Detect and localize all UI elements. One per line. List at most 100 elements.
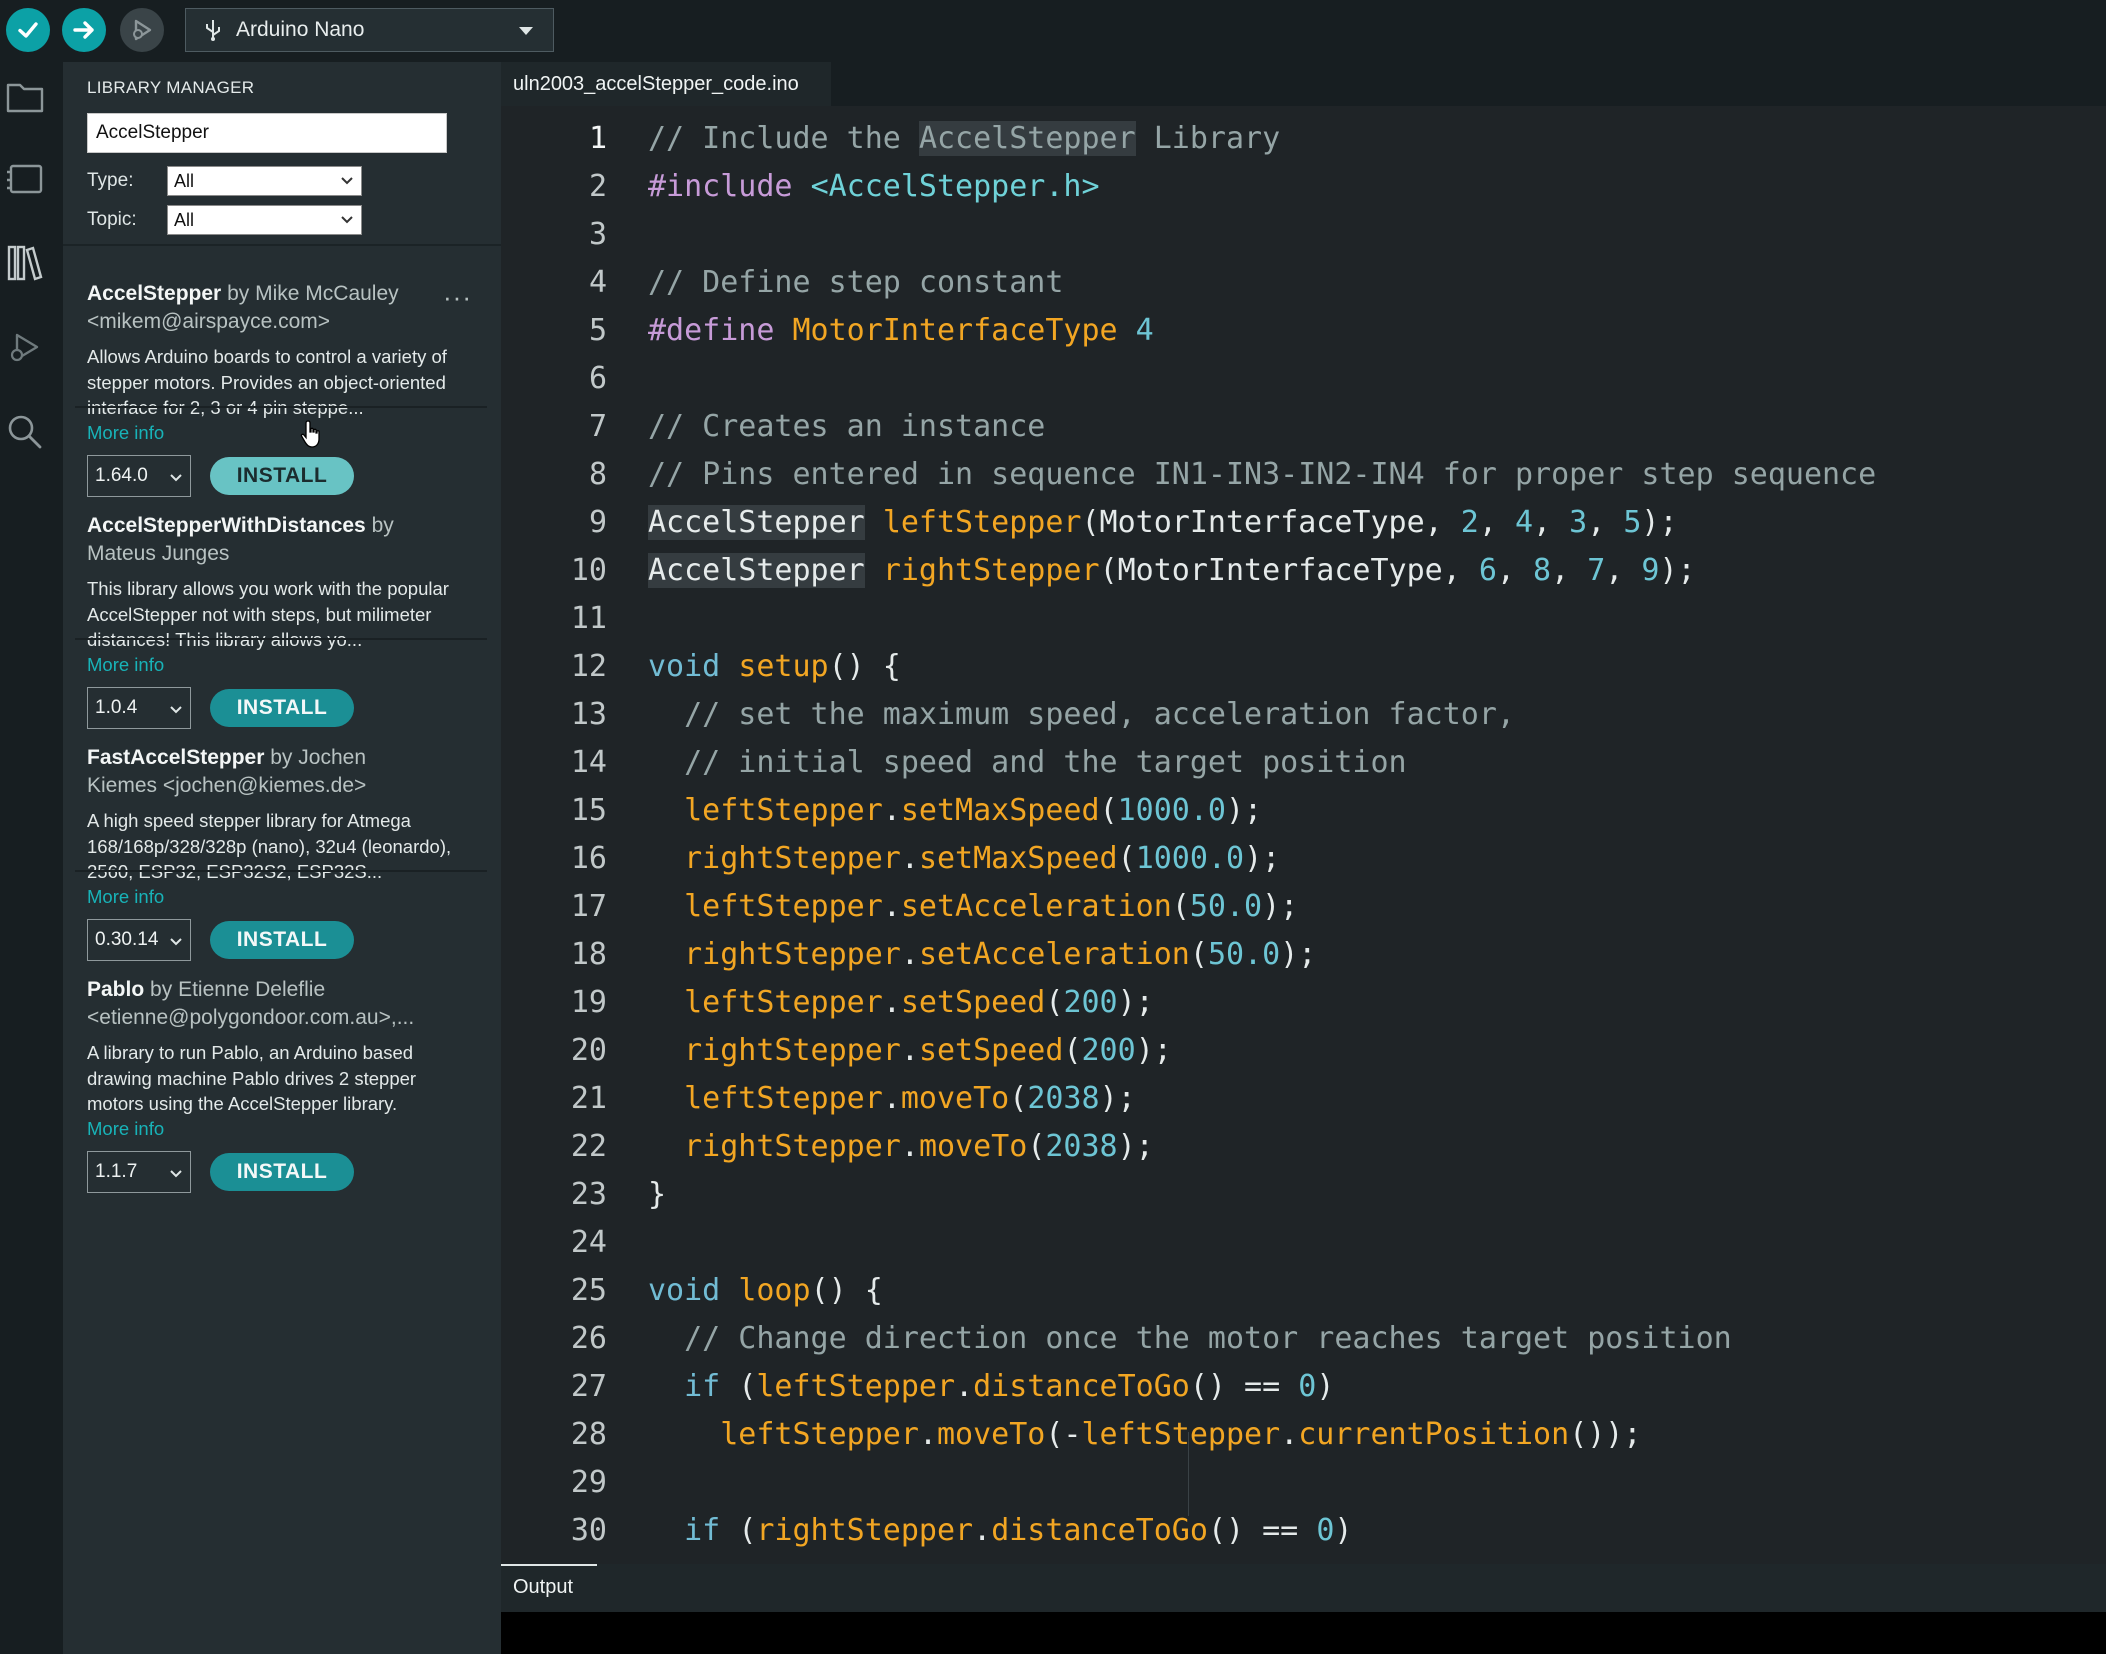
- board-name: Arduino Nano: [236, 18, 365, 41]
- code-token: );: [1659, 553, 1696, 588]
- code-line[interactable]: 4 // Define step constant: [501, 259, 2106, 307]
- code-token: () {: [828, 649, 901, 684]
- more-info-link[interactable]: More info: [87, 421, 482, 445]
- code-line[interactable]: 20 rightStepper.setSpeed(200);: [501, 1027, 2106, 1075]
- code-line[interactable]: 23}: [501, 1171, 2106, 1219]
- type-filter-label: Type:: [87, 170, 134, 191]
- code-token: void: [648, 649, 739, 684]
- code-text: #define MotorInterfaceType 4: [648, 307, 1154, 355]
- code-line[interactable]: 28 leftStepper.moveTo(-leftStepper.curre…: [501, 1411, 2106, 1459]
- board-selector[interactable]: Arduino Nano: [185, 8, 554, 52]
- code-line[interactable]: 10 AccelStepper rightStepper(MotorInterfa…: [501, 547, 2106, 595]
- library-more-options-button[interactable]: ···: [443, 282, 472, 313]
- install-button[interactable]: INSTALL: [210, 688, 354, 727]
- output-console[interactable]: [501, 1612, 2106, 1654]
- line-number: 25: [570, 1273, 607, 1308]
- more-info-link[interactable]: More info: [87, 885, 482, 909]
- code-token: ): [1334, 1513, 1353, 1548]
- code-token: 50.0: [1207, 937, 1281, 972]
- line-number: 3: [588, 217, 607, 252]
- version-select[interactable]: 0.30.14: [87, 918, 191, 961]
- code-line[interactable]: 2 #include <AccelStepper.h>: [501, 163, 2106, 211]
- install-button[interactable]: INSTALL: [210, 456, 354, 495]
- tab-sketch-file[interactable]: uln2003_accelStepper_code.ino: [501, 62, 831, 106]
- code-token: ,: [1605, 553, 1642, 588]
- code-line[interactable]: 16 rightStepper.setMaxSpeed(1000.0);: [501, 835, 2106, 883]
- line-number: 9: [588, 505, 607, 540]
- code-line[interactable]: 21 leftStepper.moveTo(2038);: [501, 1075, 2106, 1123]
- code-token: AccelStepper: [918, 121, 1136, 156]
- type-filter-select[interactable]: All: [167, 166, 362, 196]
- code-token: 1000.0: [1117, 793, 1226, 828]
- code-token: currentPosition: [1298, 1417, 1570, 1452]
- debug-sidebar-button[interactable]: [0, 322, 50, 372]
- code-line[interactable]: 9 AccelStepper leftStepper(MotorInterface…: [501, 499, 2106, 547]
- code-line[interactable]: 29: [501, 1459, 2106, 1507]
- version-value: 1.64.0: [95, 464, 148, 486]
- code-line[interactable]: 5 #define MotorInterfaceType 4: [501, 307, 2106, 355]
- topic-filter-select[interactable]: All: [167, 205, 362, 235]
- line-number: 19: [570, 985, 607, 1020]
- activity-bar: [0, 62, 63, 1654]
- top-toolbar: Arduino Nano: [0, 0, 2106, 62]
- chevron-down-icon: [170, 473, 182, 481]
- version-select[interactable]: 1.0.4: [87, 686, 191, 729]
- code-line[interactable]: 22 rightStepper.moveTo(2038);: [501, 1123, 2106, 1171]
- boards-manager-button[interactable]: [0, 155, 50, 205]
- code-line[interactable]: 14 // initial speed and the target posit…: [501, 739, 2106, 787]
- version-select[interactable]: 1.64.0: [87, 454, 191, 497]
- library-author: Jochen: [298, 746, 366, 769]
- code-line[interactable]: 17 leftStepper.setAcceleration(50.0);: [501, 883, 2106, 931]
- chevron-down-icon: [519, 27, 533, 35]
- library-manager-button[interactable]: [0, 238, 50, 288]
- code-line[interactable]: 27 if (leftStepper.distanceToGo() == 0): [501, 1363, 2106, 1411]
- verify-button[interactable]: [6, 8, 50, 52]
- code-token: moveTo: [918, 1129, 1028, 1164]
- code-token: 200: [1063, 985, 1118, 1020]
- topic-filter-value: All: [174, 210, 195, 230]
- code-line[interactable]: 19 leftStepper.setSpeed(200);: [501, 979, 2106, 1027]
- code-token: .: [918, 1417, 937, 1452]
- code-line[interactable]: 13 // set the maximum speed, acceleratio…: [501, 691, 2106, 739]
- code-token: setup: [738, 649, 829, 684]
- usb-icon: [206, 20, 220, 41]
- library-by: by: [371, 514, 394, 537]
- debug-button[interactable]: [120, 8, 164, 52]
- more-info-link[interactable]: More info: [87, 653, 482, 677]
- code-line[interactable]: 6: [501, 355, 2106, 403]
- code-line[interactable]: 30 if (rightStepper.distanceToGo() == 0): [501, 1507, 2106, 1555]
- sketchbook-button[interactable]: [0, 72, 50, 122]
- line-number: 21: [570, 1081, 607, 1116]
- install-button[interactable]: INSTALL: [210, 1152, 354, 1191]
- code-line[interactable]: 18 rightStepper.setAcceleration(50.0);: [501, 931, 2106, 979]
- code-editor[interactable]: 1 // Include the AccelStepper Library 2 #in…: [501, 106, 2106, 1564]
- code-line[interactable]: 3: [501, 211, 2106, 259]
- upload-button[interactable]: [62, 8, 106, 52]
- tab-output[interactable]: Output: [501, 1564, 597, 1610]
- code-line[interactable]: 7 // Creates an instance: [501, 403, 2106, 451]
- search-sidebar-button[interactable]: [0, 407, 50, 457]
- code-token: () {: [810, 1273, 883, 1308]
- code-line[interactable]: 11: [501, 595, 2106, 643]
- code-token: moveTo: [900, 1081, 1010, 1116]
- code-line[interactable]: 26 // Change direction once the motor re…: [501, 1315, 2106, 1363]
- code-text: leftStepper.moveTo(-leftStepper.currentP…: [648, 1411, 1641, 1459]
- code-line[interactable]: 15 leftStepper.setMaxSpeed(1000.0);: [501, 787, 2106, 835]
- code-line[interactable]: 8 // Pins entered in sequence IN1-IN3-IN2…: [501, 451, 2106, 499]
- more-info-link[interactable]: More info: [87, 1117, 482, 1141]
- line-number: 27: [570, 1369, 607, 1404]
- line-number: 8: [588, 457, 607, 492]
- library-author-email: <mikem@airspayce.com>: [87, 310, 331, 333]
- code-line[interactable]: 1 // Include the AccelStepper Library: [501, 115, 2106, 163]
- install-button[interactable]: INSTALL: [210, 920, 354, 959]
- code-line[interactable]: 25 void loop() {: [501, 1267, 2106, 1315]
- code-line[interactable]: 24: [501, 1219, 2106, 1267]
- bottom-panel-tabs: Output: [501, 1564, 2106, 1612]
- code-token: );: [1262, 889, 1299, 924]
- line-number: 23: [570, 1177, 607, 1212]
- library-search-input[interactable]: [87, 113, 447, 153]
- code-line[interactable]: 12 void setup() {: [501, 643, 2106, 691]
- version-select[interactable]: 1.1.7: [87, 1150, 191, 1193]
- code-token: leftStepper: [648, 793, 883, 828]
- code-token: .: [882, 889, 901, 924]
